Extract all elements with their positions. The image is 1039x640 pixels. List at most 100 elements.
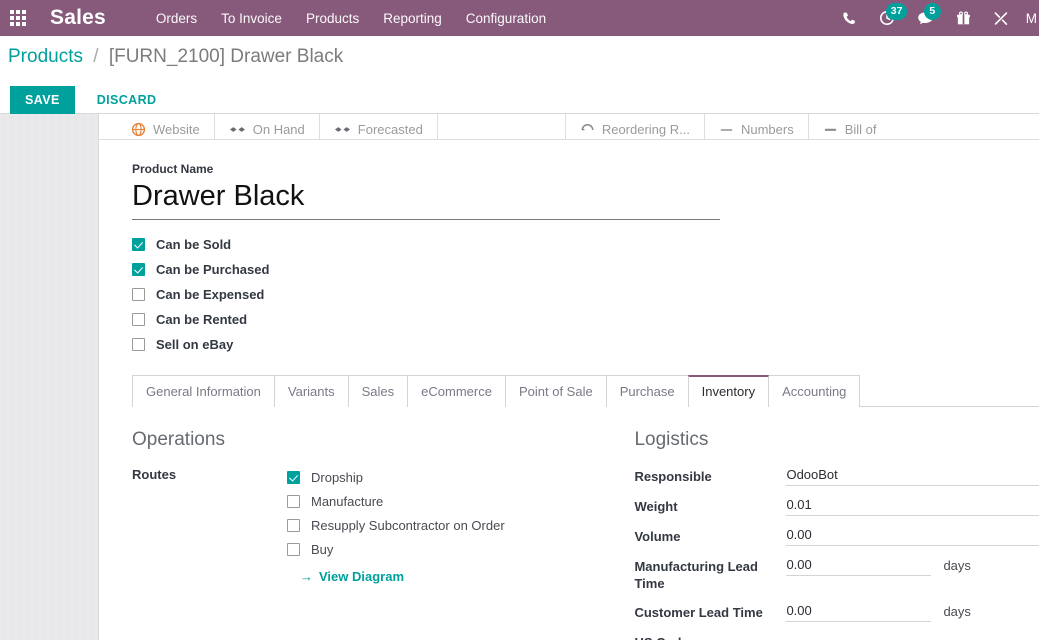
boxes-icon [229, 127, 245, 132]
stat-button-website[interactable]: Website [117, 114, 215, 139]
route-buy-checkbox[interactable] [287, 542, 300, 556]
tab-variants[interactable]: Variants [273, 375, 349, 407]
menu-item-reporting[interactable]: Reporting [371, 2, 454, 35]
messages-icon[interactable]: 5 [906, 0, 945, 36]
route-row-dropship[interactable]: Dropship [287, 465, 634, 489]
route-dropship-checkbox[interactable] [287, 470, 300, 484]
route-row-resupply-subcontractor[interactable]: Resupply Subcontractor on Order [287, 513, 634, 537]
volume-label: Volume [634, 529, 681, 544]
tab-general-information[interactable]: General Information [132, 375, 275, 407]
gift-icon[interactable] [945, 0, 982, 36]
discard-button[interactable]: DISCARD [83, 86, 171, 114]
route-manufacture-label: Manufacture [311, 493, 384, 509]
manufacturing-lead-time-unit: days [943, 558, 971, 573]
checkbox-row-can-be-sold[interactable]: Can be Sold [132, 232, 1039, 257]
route-row-buy[interactable]: Buy [287, 537, 634, 561]
form-sheet: Website On Hand Forecasted Reordering R.… [98, 114, 1039, 640]
bars-icon [720, 129, 733, 131]
stat-button-forecasted[interactable]: Forecasted [320, 114, 438, 139]
can-be-expensed-label: Can be Expensed [156, 287, 265, 302]
checkbox-row-can-be-rented[interactable]: Can be Rented [132, 307, 1039, 332]
messages-count-badge: 5 [923, 3, 941, 20]
logistics-title: Logistics [634, 429, 709, 450]
control-panel: Products / [FURN_2100] Drawer Black SAVE… [0, 36, 1039, 114]
can-be-rented-checkbox[interactable] [132, 313, 145, 326]
view-diagram-link[interactable]: → View Diagram [300, 569, 404, 584]
operations-title: Operations [132, 429, 225, 450]
checkbox-row-can-be-purchased[interactable]: Can be Purchased [132, 257, 1039, 282]
tools-icon[interactable] [982, 0, 1020, 36]
sell-on-ebay-checkbox[interactable] [132, 338, 145, 351]
checkbox-row-sell-on-ebay[interactable]: Sell on eBay [132, 332, 1039, 357]
stat-button-bill-of-materials[interactable]: Bill of [809, 114, 891, 139]
manufacturing-lead-time-input[interactable] [786, 555, 932, 576]
field-customer-lead-time: Customer Lead Time days [634, 601, 1039, 622]
activity-clock-icon[interactable]: 37 [868, 0, 908, 36]
weight-input[interactable] [786, 495, 1039, 516]
form-action-buttons: SAVE DISCARD [10, 86, 170, 114]
manufacturing-lead-time-label: Manufacturing Lead Time [634, 559, 758, 591]
volume-input[interactable] [786, 525, 1039, 546]
can-be-expensed-checkbox[interactable] [132, 288, 145, 301]
stat-button-box: Website On Hand Forecasted Reordering R.… [99, 114, 1039, 140]
navbar-systray: 37 5 M [831, 0, 1039, 36]
field-manufacturing-lead-time: Manufacturing Lead Time days [634, 555, 1039, 592]
product-name-group: Product Name [99, 140, 1039, 220]
menu-item-configuration[interactable]: Configuration [454, 2, 558, 35]
field-responsible: Responsible [634, 465, 1039, 486]
user-menu-name[interactable]: M [1020, 11, 1037, 26]
view-diagram-label: View Diagram [319, 569, 405, 584]
stat-button-numbers[interactable]: Numbers [705, 114, 809, 139]
product-name-input[interactable] [132, 178, 720, 220]
inventory-tab-page: Operations Routes Dropship Manufacture R… [99, 407, 1039, 640]
tab-inventory[interactable]: Inventory [687, 375, 770, 408]
tab-ecommerce[interactable]: eCommerce [407, 375, 506, 407]
can-be-sold-label: Can be Sold [156, 237, 232, 252]
left-gutter [0, 114, 98, 640]
save-button[interactable]: SAVE [10, 86, 75, 114]
menu-item-orders[interactable]: Orders [144, 2, 209, 35]
stat-button-label: Forecasted [357, 122, 423, 137]
phone-icon[interactable] [831, 0, 868, 36]
tab-purchase[interactable]: Purchase [605, 375, 689, 407]
field-hs-code: HS Code [634, 631, 1039, 640]
stat-button-label: Numbers [740, 122, 794, 137]
stat-button-reordering-rules[interactable]: Reordering R... [566, 114, 705, 139]
can-be-rented-label: Can be Rented [156, 312, 248, 327]
breadcrumb-products-link[interactable]: Products [8, 46, 83, 67]
stat-button-on-hand[interactable]: On Hand [215, 114, 320, 139]
stat-button-label: Website [153, 122, 200, 137]
top-navbar: Sales Orders To Invoice Products Reporti… [0, 0, 1039, 36]
responsible-input[interactable] [786, 465, 1039, 486]
apps-grid-icon[interactable] [0, 0, 36, 36]
checkbox-row-can-be-expensed[interactable]: Can be Expensed [132, 282, 1039, 307]
hs-code-input[interactable] [786, 631, 1039, 640]
field-volume: Volume [634, 525, 1039, 546]
route-row-manufacture[interactable]: Manufacture [287, 489, 634, 513]
hs-code-label: HS Code [634, 631, 786, 640]
can-be-purchased-label: Can be Purchased [156, 262, 270, 277]
field-weight: Weight [634, 495, 1039, 516]
menu-item-to-invoice[interactable]: To Invoice [209, 2, 294, 35]
breadcrumb-current: [FURN_2100] Drawer Black [108, 46, 344, 67]
tab-sales[interactable]: Sales [347, 375, 409, 407]
responsible-label: Responsible [634, 469, 712, 484]
boxes-icon [334, 127, 350, 132]
notebook-tabs: General Information Variants Sales eComm… [132, 374, 1039, 408]
tab-accounting[interactable]: Accounting [768, 375, 861, 407]
product-flags-group: Can be Sold Can be Purchased Can be Expe… [99, 220, 1039, 357]
customer-lead-time-input[interactable] [786, 601, 932, 622]
routes-label: Routes [132, 467, 177, 482]
stat-button-blank[interactable] [438, 114, 566, 139]
route-resupply-subcontractor-label: Resupply Subcontractor on Order [311, 517, 505, 533]
route-buy-label: Buy [311, 541, 334, 557]
route-resupply-subcontractor-checkbox[interactable] [287, 518, 300, 532]
stat-button-label: Reordering R... [601, 122, 690, 137]
menu-item-products[interactable]: Products [294, 2, 371, 35]
route-manufacture-checkbox[interactable] [287, 494, 300, 508]
customer-lead-time-label: Customer Lead Time [634, 605, 763, 620]
tab-point-of-sale[interactable]: Point of Sale [504, 375, 607, 407]
can-be-sold-checkbox[interactable] [132, 238, 145, 251]
product-name-label: Product Name [132, 162, 214, 176]
can-be-purchased-checkbox[interactable] [132, 263, 145, 276]
